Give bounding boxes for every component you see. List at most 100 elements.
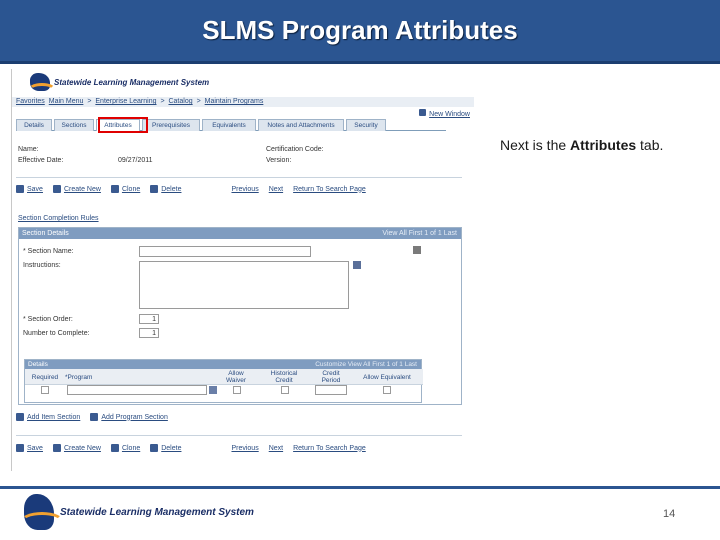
delete-icon: [150, 185, 159, 193]
section-completion-rules-link[interactable]: Section Completion Rules: [18, 215, 99, 222]
slms-logo: Statewide Learning Management System: [28, 73, 210, 91]
page-tabs: Details Sections Attributes Prerequisite…: [16, 119, 446, 131]
column-required: Required: [31, 374, 59, 381]
tab-equivalents[interactable]: Equivalents: [202, 119, 256, 131]
lookup-icon[interactable]: [209, 386, 217, 394]
column-allow-equivalent: Allow Equivalent: [363, 374, 411, 381]
instructions-textarea[interactable]: [139, 261, 349, 309]
table-row: [25, 385, 423, 396]
clone-button[interactable]: Clone: [110, 185, 140, 193]
new-window-icon: [419, 109, 427, 116]
name-label: Name:: [18, 146, 39, 153]
number-to-complete-label: Number to Complete:: [23, 330, 90, 337]
logo-text: Statewide Learning Management System: [54, 77, 210, 87]
return-to-search-button[interactable]: Return To Search Page: [293, 445, 366, 452]
create-new-icon: [52, 444, 61, 452]
create-new-icon: [52, 185, 61, 193]
effective-date-label: Effective Date:: [18, 157, 64, 164]
swoosh-icon: [28, 83, 56, 97]
column-program: *Program: [65, 374, 93, 381]
clone-button[interactable]: Clone: [110, 444, 140, 452]
save-button[interactable]: Save: [16, 185, 43, 193]
historical-credit-checkbox[interactable]: [281, 386, 289, 394]
screenshot-header: Statewide Learning Management System: [12, 69, 474, 97]
details-grid-header: Details Customize View All First 1 of 1 …: [25, 360, 421, 369]
credit-period-input[interactable]: [315, 385, 347, 395]
footer-divider: [0, 486, 720, 489]
section-details-nav[interactable]: View All First 1 of 1 Last: [382, 228, 457, 239]
version-label: Version:: [266, 157, 292, 164]
section-order-input[interactable]: 1: [139, 314, 159, 324]
breadcrumb-separator: >: [87, 98, 92, 105]
details-grid: Details Customize View All First 1 of 1 …: [24, 359, 423, 403]
spell-check-icon[interactable]: [353, 261, 361, 269]
clone-icon: [110, 185, 119, 193]
attributes-tab-highlight: [98, 117, 148, 133]
delete-icon: [150, 444, 159, 452]
top-toolbar: Save Create New Clone Delete Previous Ne…: [16, 185, 376, 193]
breadcrumb-enterprise-learning[interactable]: Enterprise Learning: [95, 98, 156, 105]
page-number: 14: [663, 508, 676, 520]
next-button[interactable]: Next: [269, 186, 283, 193]
delete-button[interactable]: Delete: [150, 444, 181, 452]
column-allow-waiver: Allow Waiver: [226, 370, 246, 384]
bottom-toolbar: Save Create New Clone Delete Previous Ne…: [16, 444, 376, 452]
title-bar: SLMS Program Attributes: [0, 0, 720, 64]
delete-row-icon[interactable]: [413, 246, 421, 254]
footer-logo: Statewide Learning Management System: [20, 494, 254, 530]
number-to-complete-input[interactable]: 1: [139, 328, 159, 338]
column-credit-period: Credit Period: [321, 370, 341, 384]
breadcrumb-maintain-programs[interactable]: Maintain Programs: [205, 98, 264, 105]
footer-logo-text: Statewide Learning Management System: [60, 506, 254, 518]
tab-details[interactable]: Details: [16, 119, 52, 131]
tab-sections[interactable]: Sections: [54, 119, 94, 131]
section-name-input[interactable]: [139, 246, 311, 257]
breadcrumb-separator: >: [196, 98, 201, 105]
allow-equivalent-checkbox[interactable]: [383, 386, 391, 394]
details-grid-nav[interactable]: Customize View All First 1 of 1 Last: [315, 360, 417, 369]
section-order-label: * Section Order:: [23, 316, 73, 323]
program-attributes-screenshot: Statewide Learning Management System Fav…: [11, 69, 474, 471]
breadcrumb-main-menu[interactable]: Main Menu: [49, 98, 84, 105]
save-icon: [16, 444, 24, 452]
certification-code-label: Certification Code:: [266, 146, 324, 153]
slide-caption: Next is the Attributes tab.: [500, 137, 664, 153]
slide: SLMS Program Attributes Statewide Learni…: [0, 0, 720, 540]
tab-prerequisites[interactable]: Prerequisites: [142, 119, 200, 131]
effective-date-value: 09/27/2011: [118, 157, 153, 164]
create-new-button[interactable]: Create New: [52, 444, 101, 452]
add-icon: [90, 413, 99, 421]
column-historical-credit: Historical Credit: [270, 370, 298, 384]
breadcrumb-catalog[interactable]: Catalog: [168, 98, 192, 105]
allow-waiver-checkbox[interactable]: [233, 386, 241, 394]
tab-security[interactable]: Security: [346, 119, 386, 131]
breadcrumb-separator: >: [160, 98, 165, 105]
new-window-link[interactable]: New Window: [419, 109, 470, 118]
swoosh-icon: [20, 512, 64, 532]
delete-button[interactable]: Delete: [150, 185, 181, 193]
add-program-section-button[interactable]: Add Program Section: [90, 413, 168, 421]
add-section-bar: Add Item Section Add Program Section: [16, 413, 178, 421]
required-checkbox[interactable]: [41, 386, 49, 394]
breadcrumb-favorites[interactable]: Favorites: [16, 98, 45, 105]
save-button[interactable]: Save: [16, 444, 43, 452]
section-name-label: * Section Name:: [23, 248, 74, 255]
tab-notes-and-attachments[interactable]: Notes and Attachments: [258, 119, 344, 131]
slide-title: SLMS Program Attributes: [202, 15, 518, 45]
divider: [16, 177, 462, 178]
instructions-label: Instructions:: [23, 262, 61, 269]
program-input[interactable]: [67, 385, 207, 395]
create-new-button[interactable]: Create New: [52, 185, 101, 193]
clone-icon: [110, 444, 119, 452]
add-icon: [16, 413, 24, 421]
save-icon: [16, 185, 24, 193]
section-details-header: Section Details View All First 1 of 1 La…: [19, 228, 461, 239]
breadcrumb: Favorites Main Menu > Enterprise Learnin…: [12, 97, 474, 107]
next-button[interactable]: Next: [269, 445, 283, 452]
return-to-search-button[interactable]: Return To Search Page: [293, 186, 366, 193]
add-item-section-button[interactable]: Add Item Section: [16, 413, 80, 421]
divider: [16, 435, 462, 436]
details-grid-columns: Required *Program Allow Waiver Historica…: [25, 369, 423, 385]
previous-button[interactable]: Previous: [231, 186, 258, 193]
previous-button[interactable]: Previous: [231, 445, 258, 452]
